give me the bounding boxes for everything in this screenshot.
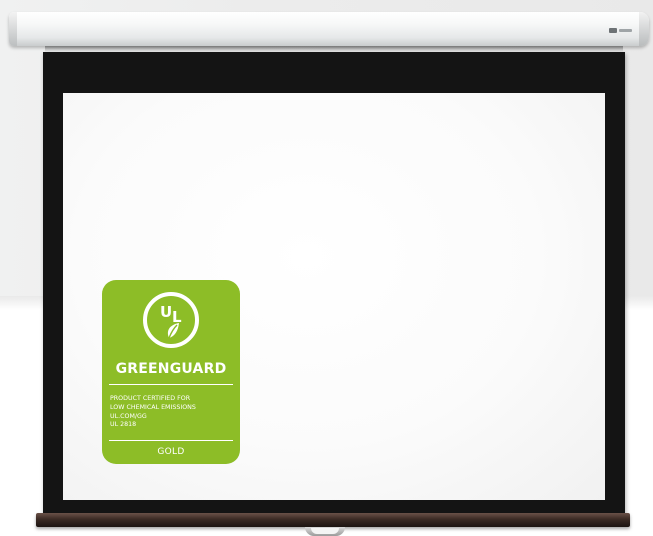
screen-bottom-bar — [36, 513, 630, 527]
badge-line: UL.COM/GG — [110, 412, 147, 420]
ul-leaf-icon: U L — [143, 292, 199, 348]
brand-logo-icon — [609, 27, 633, 33]
roller-case — [9, 12, 649, 46]
badge-level: GOLD — [157, 447, 185, 457]
case-endcap-right — [639, 12, 649, 46]
emblem-letter-u: U — [160, 303, 172, 321]
badge-line: PRODUCT CERTIFIED FOR — [110, 395, 191, 402]
badge-divider-bottom — [109, 440, 233, 441]
logo-mark — [609, 27, 617, 33]
badge-title: GREENGUARD — [115, 361, 227, 377]
product-photo: U L GREENGUARD PRODUCT CERTIFIED FOR LOW… — [0, 0, 653, 536]
badge-divider-top — [109, 384, 233, 385]
badge-line: UL 2818 — [110, 421, 137, 429]
case-endcap-left — [9, 12, 17, 46]
logo-wordmark — [619, 28, 632, 32]
badge-certification-text: PRODUCT CERTIFIED FOR LOW CHEMICAL EMISS… — [110, 395, 236, 430]
emblem-letter-l: L — [172, 308, 182, 326]
badge-line: LOW CHEMICAL EMISSIONS — [110, 403, 196, 411]
pull-handle-inner — [311, 528, 339, 534]
greenguard-badge: U L GREENGUARD PRODUCT CERTIFIED FOR LOW… — [102, 280, 240, 464]
